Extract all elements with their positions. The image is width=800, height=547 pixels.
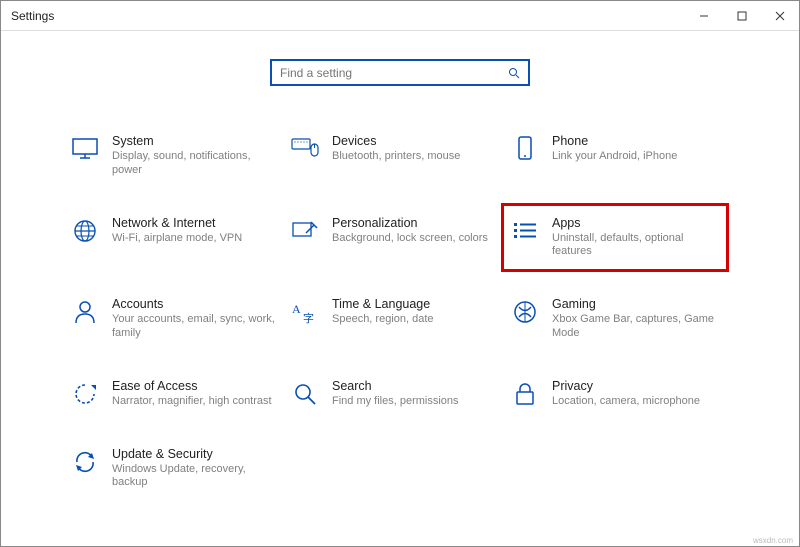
phone-icon [510, 134, 540, 164]
tile-subtitle: Location, camera, microphone [552, 395, 716, 409]
list-icon [510, 216, 540, 246]
close-button[interactable] [761, 1, 799, 30]
search-wrap [1, 59, 799, 86]
tile-subtitle: Find my files, permissions [332, 395, 496, 409]
lock-icon [510, 379, 540, 409]
tile-subtitle: Wi-Fi, airplane mode, VPN [112, 232, 276, 246]
tile-title: Privacy [552, 379, 716, 393]
tile-gaming[interactable]: Gaming Xbox Game Bar, captures, Game Mod… [510, 293, 720, 345]
tile-title: Update & Security [112, 447, 276, 461]
magnifier-icon [290, 379, 320, 409]
minimize-icon [699, 11, 709, 21]
tile-title: Apps [552, 216, 716, 230]
tile-subtitle: Uninstall, defaults, optional features [552, 232, 716, 260]
tile-accounts[interactable]: Accounts Your accounts, email, sync, wor… [70, 293, 280, 345]
tile-title: Accounts [112, 297, 276, 311]
tile-subtitle: Xbox Game Bar, captures, Game Mode [552, 313, 716, 341]
window-title: Settings [11, 9, 54, 23]
keyboard-icon [290, 134, 320, 164]
tile-system[interactable]: System Display, sound, notifications, po… [70, 130, 280, 182]
tile-apps[interactable]: Apps Uninstall, defaults, optional featu… [510, 212, 720, 264]
search-box[interactable] [270, 59, 530, 86]
tile-title: System [112, 134, 276, 148]
tile-title: Search [332, 379, 496, 393]
svg-text:A: A [292, 302, 301, 316]
gaming-icon [510, 297, 540, 327]
watermark: wsxdn.com [753, 536, 793, 545]
maximize-button[interactable] [723, 1, 761, 30]
tile-title: Time & Language [332, 297, 496, 311]
tile-ease-of-access[interactable]: Ease of Access Narrator, magnifier, high… [70, 375, 280, 413]
tile-subtitle: Display, sound, notifications, power [112, 150, 276, 178]
tile-phone[interactable]: Phone Link your Android, iPhone [510, 130, 720, 182]
tile-title: Ease of Access [112, 379, 276, 393]
tile-subtitle: Background, lock screen, colors [332, 232, 496, 246]
settings-grid: System Display, sound, notifications, po… [70, 130, 730, 494]
tile-devices[interactable]: Devices Bluetooth, printers, mouse [290, 130, 500, 182]
window-buttons [685, 1, 799, 30]
svg-text:字: 字 [303, 311, 314, 324]
tile-title: Phone [552, 134, 716, 148]
tile-subtitle: Bluetooth, printers, mouse [332, 150, 496, 164]
tile-update-security[interactable]: Update & Security Windows Update, recove… [70, 443, 280, 495]
settings-window: Settings [0, 0, 800, 547]
tile-privacy[interactable]: Privacy Location, camera, microphone [510, 375, 720, 413]
maximize-icon [737, 11, 747, 21]
tile-title: Network & Internet [112, 216, 276, 230]
tile-title: Devices [332, 134, 496, 148]
tile-personalization[interactable]: Personalization Background, lock screen,… [290, 212, 500, 264]
content-area: System Display, sound, notifications, po… [1, 31, 799, 494]
tile-subtitle: Narrator, magnifier, high contrast [112, 395, 276, 409]
tile-network[interactable]: Network & Internet Wi-Fi, airplane mode,… [70, 212, 280, 264]
close-icon [775, 11, 785, 21]
tile-title: Gaming [552, 297, 716, 311]
tile-subtitle: Link your Android, iPhone [552, 150, 716, 164]
person-icon [70, 297, 100, 327]
search-icon [508, 67, 520, 79]
tile-search[interactable]: Search Find my files, permissions [290, 375, 500, 413]
paint-icon [290, 216, 320, 246]
minimize-button[interactable] [685, 1, 723, 30]
tile-time-language[interactable]: A字 Time & Language Speech, region, date [290, 293, 500, 345]
globe-icon [70, 216, 100, 246]
monitor-icon [70, 134, 100, 164]
ease-icon [70, 379, 100, 409]
language-icon: A字 [290, 297, 320, 327]
sync-icon [70, 447, 100, 477]
tile-subtitle: Windows Update, recovery, backup [112, 463, 276, 491]
tile-title: Personalization [332, 216, 496, 230]
tile-subtitle: Speech, region, date [332, 313, 496, 327]
titlebar: Settings [1, 1, 799, 31]
search-input[interactable] [280, 66, 490, 80]
tile-subtitle: Your accounts, email, sync, work, family [112, 313, 276, 341]
